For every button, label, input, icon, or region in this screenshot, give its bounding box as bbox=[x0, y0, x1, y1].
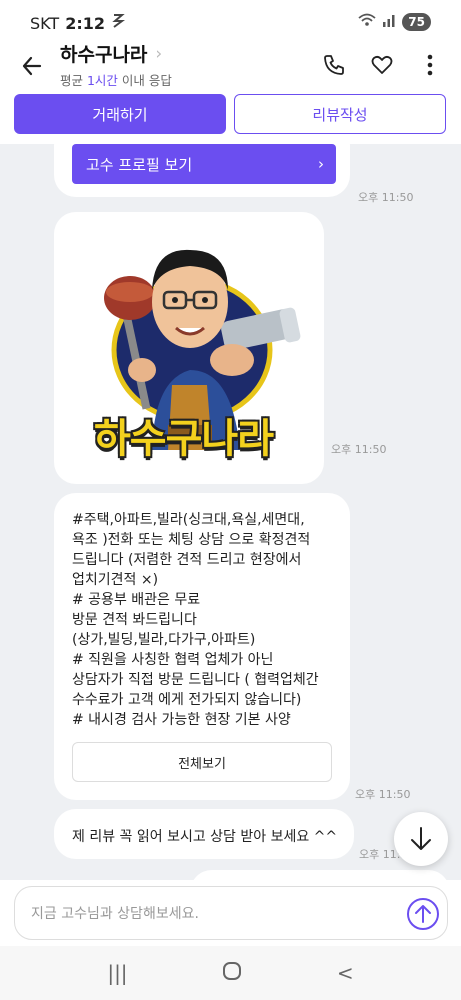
expert-name: 하수구나라 bbox=[60, 44, 148, 66]
mascot-illustration: 하수구나라 bbox=[72, 220, 308, 470]
message-time: 오후 11:50 bbox=[331, 443, 387, 456]
chevron-right-icon: › bbox=[155, 43, 163, 64]
home-button[interactable] bbox=[222, 961, 242, 986]
send-button[interactable] bbox=[407, 898, 439, 930]
more-button[interactable] bbox=[417, 52, 443, 78]
arrow-up-icon bbox=[415, 905, 431, 923]
carrier: SKT bbox=[30, 13, 60, 33]
signal-icon bbox=[382, 12, 396, 31]
input-bar: 지금 고수님과 상담해보세요. bbox=[0, 880, 461, 946]
response-time: 평균 1시간 이내 응답 bbox=[60, 73, 172, 88]
back-nav-button[interactable]: < bbox=[337, 961, 354, 985]
message-bubble bbox=[190, 870, 450, 880]
back-button[interactable] bbox=[20, 54, 44, 78]
phone-button[interactable] bbox=[321, 52, 347, 78]
view-profile-button[interactable]: 고수 프로필 보기 › bbox=[72, 144, 336, 184]
recent-apps-button[interactable]: ||| bbox=[107, 961, 127, 985]
deal-button[interactable]: 거래하기 bbox=[14, 94, 226, 134]
notification-icon bbox=[111, 13, 125, 33]
clock: 2:12 bbox=[65, 13, 105, 33]
chat-header: 하수구나라 › 평균 1시간 이내 응답 bbox=[0, 36, 461, 94]
battery-indicator: 75 bbox=[402, 12, 431, 31]
arrow-left-icon bbox=[22, 56, 42, 76]
message-time: 오후 11:50 bbox=[358, 191, 414, 204]
chevron-right-icon: › bbox=[318, 155, 324, 173]
action-bar: 거래하기 리뷰작성 bbox=[0, 94, 461, 144]
logo-text: 하수구나라 bbox=[94, 416, 274, 462]
more-vertical-icon bbox=[427, 54, 433, 76]
message-text: 제 리뷰 꼭 읽어 보시고 상담 받아 보세요 ^^ bbox=[72, 829, 338, 845]
wifi-icon bbox=[358, 12, 376, 31]
message-time: 오후 11:50 bbox=[355, 788, 411, 801]
favorite-button[interactable] bbox=[369, 52, 395, 78]
page-title[interactable]: 하수구나라 › bbox=[60, 40, 172, 67]
view-profile-label: 고수 프로필 보기 bbox=[86, 155, 193, 174]
phone-icon bbox=[324, 55, 344, 75]
message-text: #주택,아파트,빌라(싱크대,욕실,세면대, 욕조 )전화 또는 체팅 상담 으… bbox=[72, 512, 319, 728]
view-full-button[interactable]: 전체보기 bbox=[72, 742, 332, 782]
write-review-button[interactable]: 리뷰작성 bbox=[234, 94, 446, 134]
input-placeholder: 지금 고수님과 상담해보세요. bbox=[31, 906, 199, 922]
home-icon bbox=[223, 961, 242, 980]
heart-icon bbox=[371, 55, 393, 74]
arrow-down-icon bbox=[411, 827, 431, 850]
message-input[interactable]: 지금 고수님과 상담해보세요. bbox=[14, 886, 448, 940]
system-nav-bar: ||| < bbox=[0, 946, 461, 1000]
scroll-to-bottom-button[interactable] bbox=[394, 812, 448, 866]
